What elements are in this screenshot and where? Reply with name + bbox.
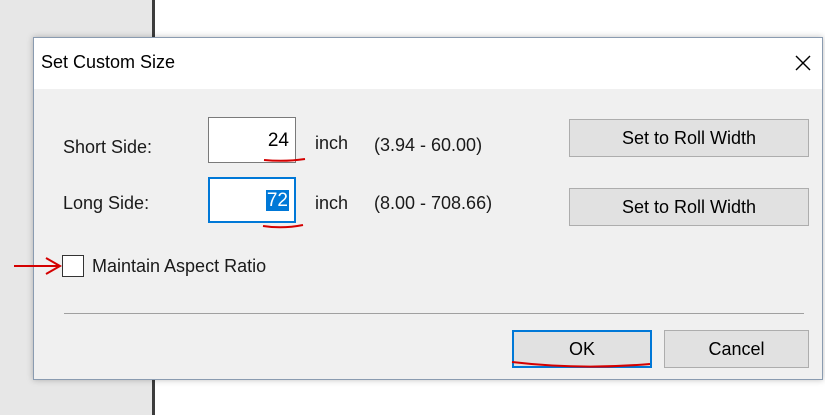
long-side-range: (8.00 - 708.66) bbox=[374, 193, 493, 213]
short-side-input[interactable]: 24 bbox=[208, 117, 296, 163]
short-side-range: (3.94 - 60.00) bbox=[374, 135, 483, 155]
title-bar: Set Custom Size bbox=[34, 38, 822, 89]
short-side-set-roll-width-button[interactable]: Set to Roll Width bbox=[569, 119, 809, 157]
long-side-input[interactable]: 72 bbox=[208, 177, 296, 223]
long-side-set-roll-width-button[interactable]: Set to Roll Width bbox=[569, 188, 809, 226]
short-side-label: Short Side: bbox=[63, 137, 153, 157]
short-side-value: 24 bbox=[267, 130, 289, 151]
long-side-label: Long Side: bbox=[63, 193, 150, 213]
dialog-title: Set Custom Size bbox=[41, 52, 176, 72]
set-custom-size-dialog: Set Custom Size Short Side: 24 inch (3.9… bbox=[33, 37, 823, 380]
short-side-unit: inch bbox=[315, 133, 349, 153]
cancel-button[interactable]: Cancel bbox=[664, 330, 809, 368]
maintain-aspect-ratio-label[interactable]: Maintain Aspect Ratio bbox=[92, 256, 266, 277]
button-divider bbox=[64, 313, 804, 314]
ok-button[interactable]: OK bbox=[512, 330, 652, 368]
maintain-aspect-ratio-checkbox[interactable] bbox=[62, 255, 84, 277]
close-button[interactable] bbox=[786, 46, 820, 80]
close-icon bbox=[795, 55, 811, 71]
long-side-value: 72 bbox=[265, 190, 289, 211]
long-side-unit: inch bbox=[315, 193, 349, 213]
